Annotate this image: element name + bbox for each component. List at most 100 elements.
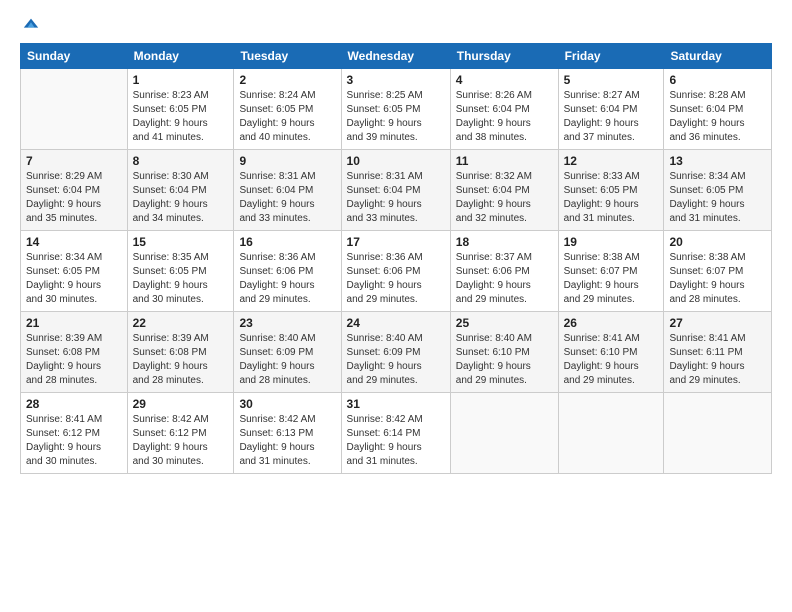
- day-number: 31: [347, 397, 445, 411]
- day-info: Sunrise: 8:37 AMSunset: 6:06 PMDaylight:…: [456, 251, 553, 307]
- day-number: 29: [133, 397, 229, 411]
- col-header-friday: Friday: [558, 44, 664, 69]
- calendar-cell: [450, 393, 558, 474]
- calendar-cell: 14 Sunrise: 8:34 AMSunset: 6:05 PMDayligh…: [21, 231, 128, 312]
- calendar-cell: 13Sunrise: 8:34 AMSunset: 6:05 PMDayligh…: [664, 150, 772, 231]
- day-info: Sunrise: 8:24 AMSunset: 6:05 PMDaylight:…: [239, 89, 335, 145]
- day-number: 26: [564, 316, 659, 330]
- calendar-cell: 15 Sunrise: 8:35 AMSunset: 6:05 PMDayligh…: [127, 231, 234, 312]
- calendar-cell: 27 Sunrise: 8:41 AMSunset: 6:11 PMDayligh…: [664, 312, 772, 393]
- calendar-week-row: 28 Sunrise: 8:41 AMSunset: 6:12 PMDayligh…: [21, 393, 772, 474]
- day-number: 9: [239, 154, 335, 168]
- day-number: 24: [347, 316, 445, 330]
- calendar-cell: 8Sunrise: 8:30 AMSunset: 6:04 PMDaylight…: [127, 150, 234, 231]
- day-number: 3: [347, 73, 445, 87]
- calendar-cell: 9 Sunrise: 8:31 AMSunset: 6:04 PMDaylight…: [234, 150, 341, 231]
- calendar-cell: 26 Sunrise: 8:41 AMSunset: 6:10 PMDayligh…: [558, 312, 664, 393]
- calendar-cell: 10Sunrise: 8:31 AMSunset: 6:04 PMDayligh…: [341, 150, 450, 231]
- day-info: Sunrise: 8:31 AMSunset: 6:04 PMDaylight:…: [347, 170, 445, 226]
- day-info: Sunrise: 8:30 AMSunset: 6:04 PMDaylight:…: [133, 170, 229, 226]
- calendar-cell: 6 Sunrise: 8:28 AMSunset: 6:04 PMDaylight…: [664, 69, 772, 150]
- day-info: Sunrise: 8:33 AMSunset: 6:05 PMDaylight:…: [564, 170, 659, 226]
- calendar-cell: 7 Sunrise: 8:29 AMSunset: 6:04 PMDaylight…: [21, 150, 128, 231]
- day-info: Sunrise: 8:38 AMSunset: 6:07 PMDaylight:…: [564, 251, 659, 307]
- day-info: Sunrise: 8:23 AMSunset: 6:05 PMDaylight:…: [133, 89, 229, 145]
- day-info: Sunrise: 8:39 AMSunset: 6:08 PMDaylight:…: [26, 332, 122, 388]
- day-info: Sunrise: 8:28 AMSunset: 6:04 PMDaylight:…: [669, 89, 766, 145]
- calendar-cell: 29 Sunrise: 8:42 AMSunset: 6:12 PMDayligh…: [127, 393, 234, 474]
- calendar-cell: 30 Sunrise: 8:42 AMSunset: 6:13 PMDayligh…: [234, 393, 341, 474]
- day-number: 20: [669, 235, 766, 249]
- col-header-sunday: Sunday: [21, 44, 128, 69]
- calendar-cell: 19 Sunrise: 8:38 AMSunset: 6:07 PMDayligh…: [558, 231, 664, 312]
- day-number: 30: [239, 397, 335, 411]
- page: SundayMondayTuesdayWednesdayThursdayFrid…: [0, 0, 792, 612]
- calendar-cell: 18 Sunrise: 8:37 AMSunset: 6:06 PMDayligh…: [450, 231, 558, 312]
- day-info: Sunrise: 8:38 AMSunset: 6:07 PMDaylight:…: [669, 251, 766, 307]
- day-number: 14: [26, 235, 122, 249]
- day-number: 1: [133, 73, 229, 87]
- header: [20, 15, 772, 33]
- calendar-cell: 3 Sunrise: 8:25 AMSunset: 6:05 PMDaylight…: [341, 69, 450, 150]
- day-number: 11: [456, 154, 553, 168]
- day-info: Sunrise: 8:29 AMSunset: 6:04 PMDaylight:…: [26, 170, 122, 226]
- calendar-cell: 22Sunrise: 8:39 AMSunset: 6:08 PMDayligh…: [127, 312, 234, 393]
- day-number: 6: [669, 73, 766, 87]
- day-number: 7: [26, 154, 122, 168]
- calendar-cell: 24 Sunrise: 8:40 AMSunset: 6:09 PMDayligh…: [341, 312, 450, 393]
- day-info: Sunrise: 8:42 AMSunset: 6:14 PMDaylight:…: [347, 413, 445, 469]
- calendar-cell: 12 Sunrise: 8:33 AMSunset: 6:05 PMDayligh…: [558, 150, 664, 231]
- col-header-wednesday: Wednesday: [341, 44, 450, 69]
- calendar-week-row: 14 Sunrise: 8:34 AMSunset: 6:05 PMDayligh…: [21, 231, 772, 312]
- calendar-header-row: SundayMondayTuesdayWednesdayThursdayFrid…: [21, 44, 772, 69]
- day-info: Sunrise: 8:39 AMSunset: 6:08 PMDaylight:…: [133, 332, 229, 388]
- day-info: Sunrise: 8:34 AMSunset: 6:05 PMDaylight:…: [26, 251, 122, 307]
- col-header-tuesday: Tuesday: [234, 44, 341, 69]
- day-number: 19: [564, 235, 659, 249]
- day-info: Sunrise: 8:41 AMSunset: 6:12 PMDaylight:…: [26, 413, 122, 469]
- day-info: Sunrise: 8:35 AMSunset: 6:05 PMDaylight:…: [133, 251, 229, 307]
- calendar-week-row: 21 Sunrise: 8:39 AMSunset: 6:08 PMDayligh…: [21, 312, 772, 393]
- day-number: 15: [133, 235, 229, 249]
- calendar-cell: [21, 69, 128, 150]
- col-header-thursday: Thursday: [450, 44, 558, 69]
- calendar-week-row: 1 Sunrise: 8:23 AMSunset: 6:05 PMDaylight…: [21, 69, 772, 150]
- calendar-cell: 31 Sunrise: 8:42 AMSunset: 6:14 PMDayligh…: [341, 393, 450, 474]
- day-info: Sunrise: 8:26 AMSunset: 6:04 PMDaylight:…: [456, 89, 553, 145]
- day-info: Sunrise: 8:40 AMSunset: 6:09 PMDaylight:…: [347, 332, 445, 388]
- calendar-cell: 2 Sunrise: 8:24 AMSunset: 6:05 PMDaylight…: [234, 69, 341, 150]
- day-info: Sunrise: 8:25 AMSunset: 6:05 PMDaylight:…: [347, 89, 445, 145]
- day-number: 4: [456, 73, 553, 87]
- calendar-cell: [664, 393, 772, 474]
- day-number: 2: [239, 73, 335, 87]
- calendar-cell: 1 Sunrise: 8:23 AMSunset: 6:05 PMDaylight…: [127, 69, 234, 150]
- day-info: Sunrise: 8:42 AMSunset: 6:12 PMDaylight:…: [133, 413, 229, 469]
- day-number: 5: [564, 73, 659, 87]
- day-number: 27: [669, 316, 766, 330]
- calendar-cell: 11 Sunrise: 8:32 AMSunset: 6:04 PMDayligh…: [450, 150, 558, 231]
- day-info: Sunrise: 8:41 AMSunset: 6:10 PMDaylight:…: [564, 332, 659, 388]
- day-number: 12: [564, 154, 659, 168]
- day-info: Sunrise: 8:40 AMSunset: 6:10 PMDaylight:…: [456, 332, 553, 388]
- logo: [20, 15, 40, 33]
- day-info: Sunrise: 8:32 AMSunset: 6:04 PMDaylight:…: [456, 170, 553, 226]
- day-number: 28: [26, 397, 122, 411]
- day-info: Sunrise: 8:42 AMSunset: 6:13 PMDaylight:…: [239, 413, 335, 469]
- day-info: Sunrise: 8:31 AMSunset: 6:04 PMDaylight:…: [239, 170, 335, 226]
- calendar-cell: 20 Sunrise: 8:38 AMSunset: 6:07 PMDayligh…: [664, 231, 772, 312]
- day-info: Sunrise: 8:41 AMSunset: 6:11 PMDaylight:…: [669, 332, 766, 388]
- calendar-cell: 4 Sunrise: 8:26 AMSunset: 6:04 PMDaylight…: [450, 69, 558, 150]
- day-number: 25: [456, 316, 553, 330]
- day-info: Sunrise: 8:27 AMSunset: 6:04 PMDaylight:…: [564, 89, 659, 145]
- day-info: Sunrise: 8:36 AMSunset: 6:06 PMDaylight:…: [239, 251, 335, 307]
- day-number: 13: [669, 154, 766, 168]
- calendar-cell: 23Sunrise: 8:40 AMSunset: 6:09 PMDayligh…: [234, 312, 341, 393]
- col-header-monday: Monday: [127, 44, 234, 69]
- calendar-week-row: 7 Sunrise: 8:29 AMSunset: 6:04 PMDaylight…: [21, 150, 772, 231]
- day-number: 21: [26, 316, 122, 330]
- day-number: 18: [456, 235, 553, 249]
- calendar-table: SundayMondayTuesdayWednesdayThursdayFrid…: [20, 43, 772, 474]
- calendar-cell: [558, 393, 664, 474]
- calendar-cell: 28 Sunrise: 8:41 AMSunset: 6:12 PMDayligh…: [21, 393, 128, 474]
- day-number: 17: [347, 235, 445, 249]
